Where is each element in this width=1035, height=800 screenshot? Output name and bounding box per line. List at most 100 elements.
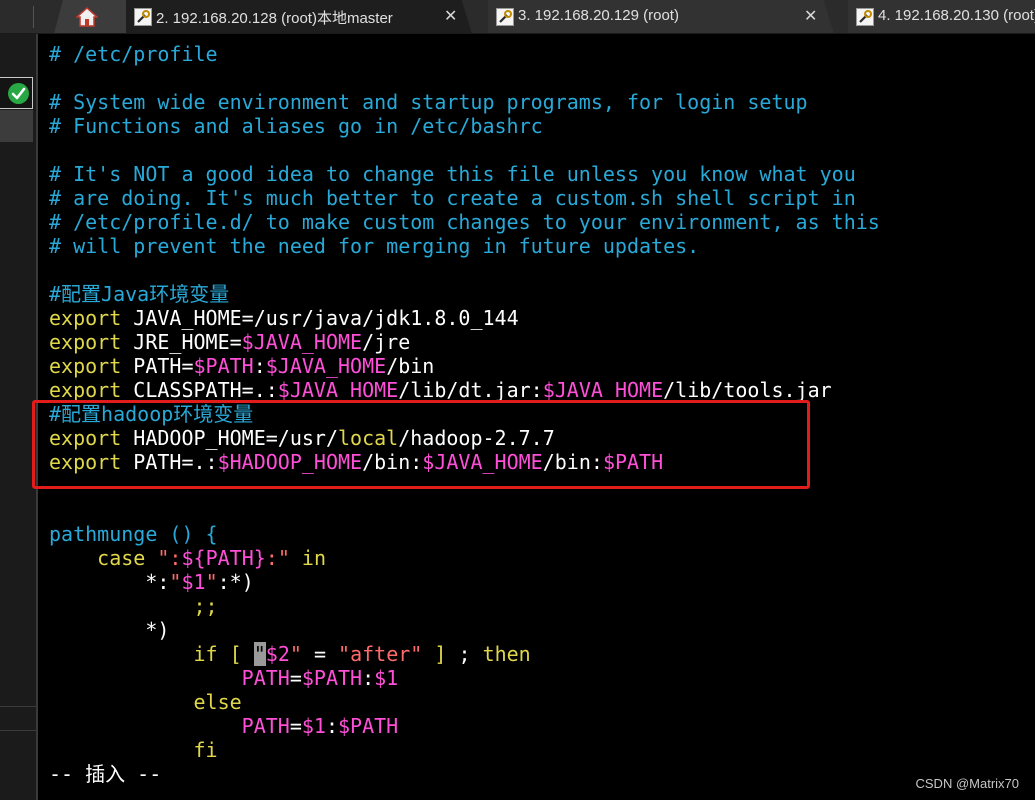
code-token: in [301,546,327,570]
code-token: = [289,666,302,690]
code-line: pathmunge () { [49,522,880,546]
code-line: # /etc/profile [49,42,880,66]
wrench-icon [856,8,874,26]
code-token: *: [49,570,170,594]
code-token: $2 [265,642,290,666]
highlight-annotation-box [32,400,810,489]
tab-session-2-label: 2. 192.168.20.128 (root)本地master [156,10,393,27]
code-token: " [169,570,182,594]
code-token: $JAVA_HOME [265,354,387,378]
session-list-item[interactable] [0,110,33,142]
code-token: ; [446,642,483,666]
code-token: if [193,642,218,666]
code-token: [ [229,642,242,666]
code-token: # /etc/profile [49,42,218,66]
code-line: export CLASSPATH=.:$JAVA_HOME/lib/dt.jar… [49,378,880,402]
code-token: pathmunge () { [49,522,218,546]
code-token: : [253,354,266,378]
code-line: PATH=$PATH:$1 [49,666,880,690]
code-token: ;; [193,594,218,618]
code-token: : [325,714,339,738]
code-token: # /etc/profile.d/ to make custom changes… [49,210,880,234]
code-token: ${PATH} [181,546,266,570]
code-token: *) [49,618,170,642]
code-token: $PATH [338,714,399,738]
code-token: /bin [386,354,435,378]
tab-session-3[interactable]: 3. 192.168.20.129 (root) ✕ [488,0,834,33]
code-token: export [49,306,122,330]
code-token: "after" [338,642,423,666]
code-line: *:"$1":*) [49,570,880,594]
tab-session-4-label: 4. 192.168.20.130 (root) [878,7,1035,24]
watermark: CSDN @Matrix70 [915,776,1020,791]
code-line: fi [49,738,880,762]
code-line: if [ "$2" = "after" ] ; then [49,642,880,666]
tab-fragment-left[interactable] [0,0,34,33]
code-line: ;; [49,594,880,618]
code-token: PATH= [121,354,194,378]
code-token: fi [193,738,218,762]
code-token: :" [265,546,290,570]
code-token: = [301,642,339,666]
code-token: " [289,642,302,666]
code-line: case ":${PATH}:" in [49,546,880,570]
code-token: ": [157,546,182,570]
code-token: $PATH [193,354,254,378]
code-token: $PATH [301,666,363,690]
tab-session-2[interactable]: 2. 192.168.20.128 (root)本地master ✕ [126,0,472,33]
code-token: $JAVA_HOME [277,378,399,402]
code-token: -- 插入 -- [49,762,162,786]
code-token: PATH [241,714,290,738]
code-token: $1 [374,666,399,690]
checkmark-icon [8,83,29,104]
code-token: export [49,354,122,378]
terminal-pane[interactable]: # /etc/profile # System wide environment… [32,34,1035,800]
code-token: else [193,690,242,714]
panel-divider [0,730,36,731]
code-line: # System wide environment and startup pr… [49,90,880,114]
code-line: PATH=$1:$PATH [49,714,880,738]
code-token: ] [434,642,447,666]
text-cursor: " [253,642,266,666]
code-line: else [49,690,880,714]
code-token: $1 [181,570,206,594]
tab-session-3-label: 3. 192.168.20.129 (root) [518,7,679,24]
code-token: then [482,642,531,666]
code-token: JAVA_HOME=/usr/java/jdk1.8.0_144 [121,306,519,330]
code-token: /lib/dt.jar: [398,378,543,402]
code-token: #配置Java环境变量 [49,282,230,306]
code-token: :*) [217,570,254,594]
code-token: : [362,666,375,690]
code-line: -- 插入 -- [49,762,880,786]
code-token: $JAVA_HOME [542,378,664,402]
code-line: #配置Java环境变量 [49,282,880,306]
tab-session-4[interactable]: 4. 192.168.20.130 (root) [848,0,1035,33]
code-token: export [49,378,122,402]
code-token: # will prevent the need for merging in f… [49,234,700,258]
home-tab[interactable] [54,0,128,33]
code-line: # will prevent the need for merging in f… [49,234,880,258]
close-icon[interactable]: ✕ [804,6,817,25]
code-line: export PATH=$PATH:$JAVA_HOME/bin [49,354,880,378]
code-token: PATH [241,666,290,690]
session-list-item-active[interactable] [0,77,33,109]
wrench-icon [496,8,514,26]
close-icon[interactable]: ✕ [444,6,457,25]
code-token: # Functions and aliases go in /etc/bashr… [49,114,543,138]
code-line: # /etc/profile.d/ to make custom changes… [49,210,880,234]
home-icon [76,6,98,27]
session-tab-bar: 2. 192.168.20.128 (root)本地master ✕ 3. 19… [0,0,1035,34]
